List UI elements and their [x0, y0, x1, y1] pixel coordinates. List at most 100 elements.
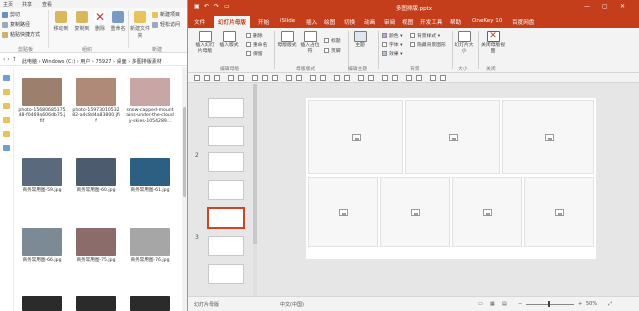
toolbar-icon[interactable]	[262, 75, 268, 81]
sorter-view-icon[interactable]: ▦	[490, 301, 495, 307]
move-to-button[interactable]: 移动到	[51, 11, 71, 32]
slide-thumbnail[interactable]	[208, 236, 244, 256]
zoom-level[interactable]: 50%	[586, 301, 597, 307]
minimize-icon[interactable]: —	[584, 3, 590, 10]
thumbnail-scrollbar[interactable]	[253, 84, 257, 296]
toolbar-icon[interactable]	[214, 75, 220, 81]
file-tile[interactable]: 商务常用图-59.jpg	[18, 158, 66, 193]
zoom-out-icon[interactable]: −	[518, 301, 522, 307]
ribbon-tab[interactable]: 文件	[194, 18, 205, 26]
pc-icon[interactable]	[3, 145, 10, 151]
title-checkbox[interactable]: 标题	[324, 37, 341, 44]
toolbar-icon[interactable]	[296, 75, 302, 81]
picture-placeholder[interactable]	[452, 177, 522, 247]
copy-path-button[interactable]: 复制路径	[2, 21, 30, 28]
toolbar-icon[interactable]	[440, 75, 446, 81]
ribbon-tab[interactable]: 插入	[306, 18, 317, 26]
slide-thumbnail[interactable]	[208, 264, 244, 284]
new-folder-button[interactable]: 新建文件夹	[130, 11, 150, 39]
ribbon-tab[interactable]: 帮助	[450, 18, 461, 26]
footer-checkbox[interactable]: 页脚	[324, 47, 341, 54]
preserve-button[interactable]: 保留	[246, 50, 263, 57]
toolbar-icon[interactable]	[358, 75, 364, 81]
background-styles-dropdown[interactable]: 背景样式 ▾	[410, 32, 440, 39]
file-tile[interactable]: 商务常用图-60.jpg	[72, 158, 120, 193]
paste-shortcut-button[interactable]: 粘贴快捷方式	[2, 31, 40, 38]
ribbon-tab[interactable]: 百度网盘	[512, 18, 534, 26]
toolbar-icon[interactable]	[392, 75, 398, 81]
ribbon-tab[interactable]: 开始	[258, 18, 269, 26]
rename-button[interactable]: 重命名	[109, 11, 127, 32]
slide-thumbnail[interactable]	[208, 180, 244, 200]
picture-placeholder[interactable]	[524, 177, 594, 247]
delete-slide-button[interactable]: 删除	[246, 32, 263, 39]
maximize-icon[interactable]: ▢	[602, 3, 608, 10]
hide-background-checkbox[interactable]: 隐藏背景图形	[410, 41, 446, 48]
folder-icon[interactable]	[3, 117, 10, 123]
back-arrow-icon[interactable]: ‹ › ↑	[3, 56, 17, 63]
toolbar-icon[interactable]	[228, 75, 234, 81]
toolbar-icon[interactable]	[368, 75, 374, 81]
ribbon-tab[interactable]: 幻灯片母版	[214, 16, 250, 28]
easy-access-button[interactable]: 轻松访问	[152, 21, 180, 28]
quick-access-icon[interactable]	[3, 75, 10, 81]
master-layout-button[interactable]: 母版版式	[277, 31, 297, 49]
ribbon-tab[interactable]: OneKey 10	[472, 18, 502, 24]
theme-button[interactable]: 主题	[352, 31, 368, 49]
slide-size-button[interactable]: 幻灯片大小	[454, 31, 474, 54]
toolbar-icon[interactable]	[204, 75, 210, 81]
tab-share[interactable]: 共享	[22, 1, 32, 8]
ribbon-tab[interactable]: 开发工具	[420, 18, 442, 26]
normal-view-icon[interactable]: ▭	[478, 301, 483, 307]
file-tile[interactable]: 商务常用图-76.jpg	[126, 228, 174, 263]
toolbar-icon[interactable]	[252, 75, 258, 81]
picture-placeholder[interactable]	[308, 100, 403, 174]
file-thumbnail[interactable]	[22, 296, 62, 311]
toolbar-icon[interactable]	[344, 75, 350, 81]
language-label[interactable]: 中文(中国)	[280, 301, 304, 308]
file-tile[interactable]: photo-1568068517548-f0469a606db75.jfif	[18, 78, 66, 124]
colors-dropdown[interactable]: 颜色 ▾	[382, 32, 403, 39]
effects-dropdown[interactable]: 效果 ▾	[382, 50, 403, 57]
insert-placeholder-button[interactable]: 插入占位符	[299, 31, 321, 54]
toolbar-icon[interactable]	[272, 75, 278, 81]
ribbon-tab[interactable]: 绘图	[324, 18, 335, 26]
cut-button[interactable]: 剪切	[2, 11, 20, 18]
rename-slide-button[interactable]: 重命名	[246, 41, 267, 48]
file-tile[interactable]: snow-capped-mountains-under-the-cloudy-s…	[126, 78, 174, 124]
scrollbar-thumb[interactable]	[253, 84, 257, 244]
breadcrumb[interactable]: 此电脑 › Windows (C:) › 用户 › 75927 › 桌面 › 多…	[22, 58, 162, 65]
canvas-scrollbar[interactable]	[634, 84, 639, 296]
copy-to-button[interactable]: 复制到	[72, 11, 92, 32]
ribbon-tab[interactable]: 切换	[344, 18, 355, 26]
toolbar-icon[interactable]	[238, 75, 244, 81]
fonts-dropdown[interactable]: 字体 ▾	[382, 41, 403, 48]
toolbar-icon[interactable]	[430, 75, 436, 81]
folder-icon[interactable]	[3, 103, 10, 109]
picture-placeholder[interactable]	[405, 100, 500, 174]
picture-placeholder[interactable]	[308, 177, 378, 247]
address-bar[interactable]: ‹ › ↑ 此电脑 › Windows (C:) › 用户 › 75927 › …	[0, 55, 187, 66]
file-tile[interactable]: 商务常用图-66.jpg	[18, 228, 66, 263]
new-item-button[interactable]: 新建项目	[152, 11, 180, 18]
toolbar-icon[interactable]	[382, 75, 388, 81]
delete-button[interactable]: ✕ 删除	[92, 11, 108, 32]
slide-thumbnail[interactable]	[208, 126, 244, 146]
toolbar-icon[interactable]	[406, 75, 412, 81]
insert-slide-master-button[interactable]: 插入幻灯片母版	[194, 31, 216, 54]
insert-layout-button[interactable]: 插入版式	[218, 31, 240, 49]
folder-icon[interactable]	[3, 131, 10, 137]
slide-thumbnail-selected[interactable]	[208, 208, 244, 228]
file-tile[interactable]: 商务常用图-61.jpg	[126, 158, 174, 193]
toolbar-icon[interactable]	[320, 75, 326, 81]
file-tile[interactable]: 商务常用图-75.jpg	[72, 228, 120, 263]
close-master-view-button[interactable]: ✕ 关闭母版视图	[481, 31, 505, 54]
zoom-slider[interactable]	[526, 304, 574, 305]
zoom-slider-knob[interactable]	[548, 301, 550, 307]
ribbon-tab[interactable]: iSlide	[280, 18, 295, 24]
ribbon-tab[interactable]: 动画	[364, 18, 375, 26]
file-tile[interactable]: photo-1597301053282-a4c8d4a83800.jfif	[72, 78, 120, 124]
file-thumbnail[interactable]	[76, 296, 116, 311]
tab-view[interactable]: 查看	[42, 1, 52, 8]
tab-home[interactable]: 主页	[3, 1, 13, 8]
